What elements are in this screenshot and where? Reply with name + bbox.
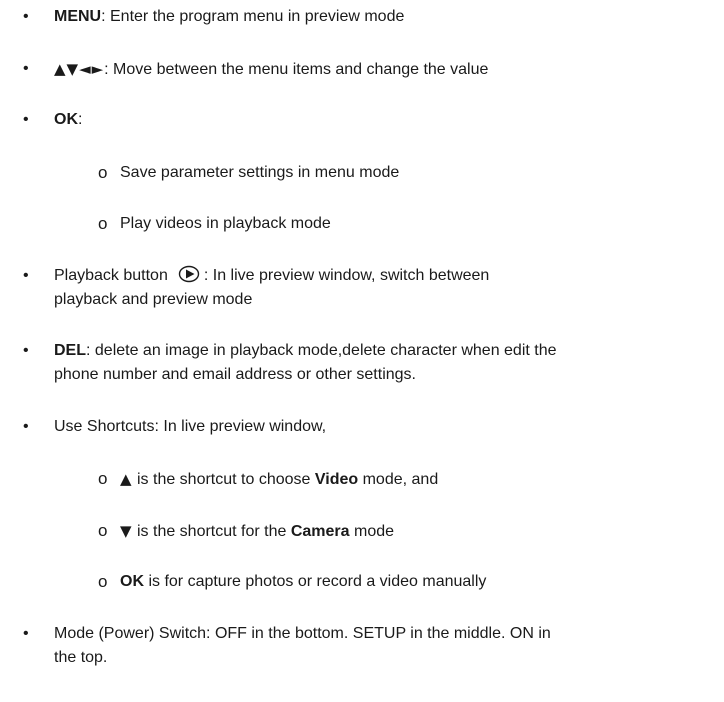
- key-label: MENU: [54, 8, 102, 25]
- bullet: •: [23, 267, 29, 284]
- sub-bullet: o: [98, 521, 108, 540]
- key-label: OK: [120, 573, 144, 590]
- playback-icon: [178, 265, 200, 283]
- item-text: ▲▼◄►: Move between the menu items and ch…: [54, 60, 489, 78]
- up-arrow-icon: ▲: [120, 470, 133, 488]
- item-text: OK is for capture photos or record a vid…: [120, 573, 487, 590]
- bullet: •: [23, 60, 29, 77]
- bullet: •: [23, 111, 29, 128]
- sub-bullet: o: [98, 469, 108, 488]
- item-text: Mode (Power) Switch: OFF in the bottom. …: [54, 625, 551, 666]
- key-label: DEL: [54, 342, 86, 359]
- item-text: ▲ is the shortcut to choose Video mode, …: [120, 470, 439, 488]
- arrow-keys-icon: ▲▼◄►: [54, 60, 105, 78]
- item-text: DEL: delete an image in playback mode,de…: [54, 342, 557, 383]
- sub-bullet: o: [98, 163, 108, 182]
- sub-bullet: o: [98, 572, 108, 591]
- bullet: •: [23, 8, 29, 25]
- item-text: ▼ is the shortcut for the Camera mode: [120, 522, 395, 540]
- bullet: •: [23, 342, 29, 359]
- item-text: OK:: [54, 111, 83, 128]
- sub-bullet: o: [98, 214, 108, 233]
- bullet: •: [23, 418, 29, 435]
- key-label: OK: [54, 111, 78, 128]
- item-text: Use Shortcuts: In live preview window,: [54, 418, 327, 435]
- down-arrow-icon: ▼: [120, 522, 133, 540]
- item-text: Playback button: In live preview window,…: [54, 265, 490, 308]
- item-text: Play videos in playback mode: [120, 215, 331, 232]
- item-text: Save parameter settings in menu mode: [120, 164, 400, 181]
- bullet: •: [23, 625, 29, 642]
- item-text: MENU: Enter the program menu in preview …: [54, 8, 405, 25]
